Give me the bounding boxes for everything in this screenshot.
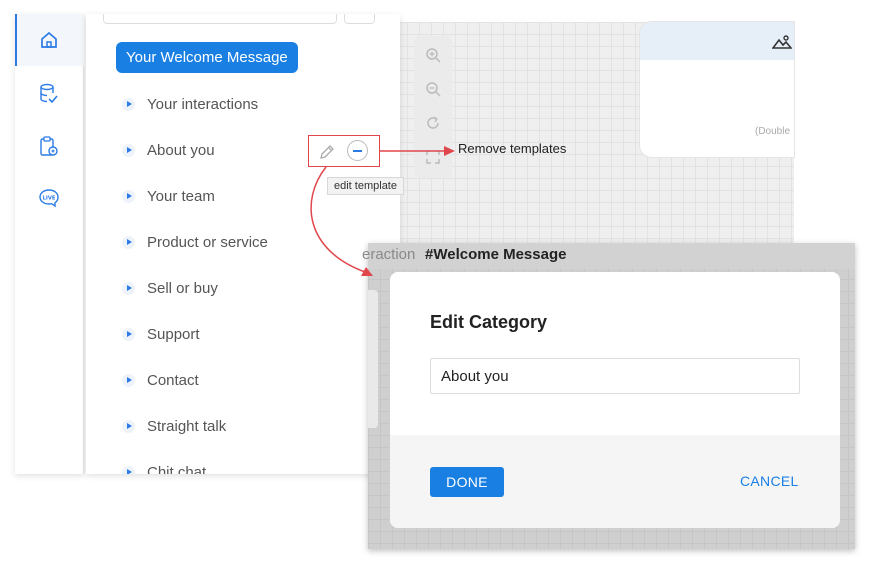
category-item[interactable]: Chit chat [122,460,206,474]
category-item-label: Contact [147,371,199,389]
category-item-label: About you [147,141,215,159]
category-item-label: Sell or buy [147,279,218,297]
expand-arrow-icon[interactable] [122,419,135,433]
node-header [640,22,794,60]
expand-arrow-icon[interactable] [122,281,135,295]
reset-zoom-icon[interactable] [423,113,443,133]
category-item[interactable]: Your interactions [122,92,258,116]
category-item-label: Your interactions [147,95,259,113]
done-button[interactable]: DONE [430,467,504,497]
welcome-message-title: #Welcome Message [425,246,567,263]
category-panel: Your Welcome Message Your interactions A… [86,14,400,474]
interaction-label-partial: eraction [362,246,416,263]
message-node-card[interactable]: (Double [640,22,794,157]
search-options-button[interactable] [344,14,375,24]
zoom-toolbar [414,36,452,178]
expand-arrow-icon[interactable] [122,143,135,157]
expand-arrow-icon[interactable] [122,97,135,111]
remove-template-button[interactable] [347,140,368,161]
database-check-icon[interactable] [37,82,61,106]
category-item-label: Chit chat [147,463,207,475]
category-item-label: Your team [147,187,215,205]
category-item[interactable]: Support [122,322,200,346]
icon-rail: LIVE [15,14,84,474]
category-item[interactable]: Your team [122,184,215,208]
zoom-in-icon[interactable] [423,45,443,65]
edit-category-dialog: Edit Category DONE CANCEL [390,272,840,528]
expand-arrow-icon[interactable] [122,327,135,341]
category-item-label: Straight talk [147,417,227,435]
dialog-footer: DONE CANCEL [390,435,840,528]
category-item[interactable]: Contact [122,368,199,392]
category-item[interactable]: Straight talk [122,414,226,438]
welcome-message-button[interactable]: Your Welcome Message [116,42,298,73]
expand-arrow-icon[interactable] [122,373,135,387]
home-icon[interactable] [37,28,61,52]
live-chat-icon[interactable]: LIVE [37,186,61,210]
category-item-label: Support [147,325,200,343]
category-item-label: Product or service [147,233,268,251]
edit-template-tooltip: edit template [327,177,404,195]
search-input[interactable] [103,14,337,24]
background-panel-edge [368,290,378,428]
category-name-input[interactable] [430,358,800,394]
remove-templates-annotation: Remove templates [458,141,567,156]
clipboard-share-icon[interactable] [37,135,61,159]
pencil-icon[interactable] [318,143,336,166]
fit-screen-icon[interactable] [423,147,443,167]
expand-arrow-icon[interactable] [122,189,135,203]
zoom-out-icon[interactable] [423,79,443,99]
image-icon[interactable] [771,34,793,55]
live-label: LIVE [43,196,56,202]
category-item[interactable]: Sell or buy [122,276,218,300]
category-item[interactable]: About you [122,138,215,162]
expand-arrow-icon[interactable] [122,235,135,249]
expand-arrow-icon[interactable] [122,465,135,474]
cancel-button[interactable]: CANCEL [740,473,799,489]
node-hint-text: (Double [755,126,791,137]
dialog-title: Edit Category [430,312,548,332]
category-item[interactable]: Product or service [122,230,268,254]
